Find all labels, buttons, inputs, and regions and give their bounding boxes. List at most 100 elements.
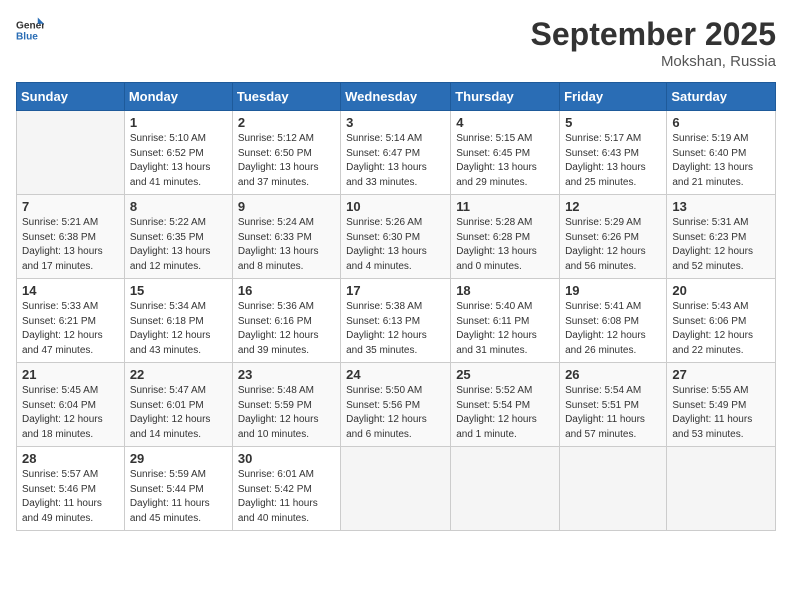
- calendar-week-row: 21 Sunrise: 5:45 AM Sunset: 6:04 PM Dayli…: [17, 363, 776, 447]
- day-detail: Sunrise: 5:17 AM Sunset: 6:43 PM Dayligh…: [565, 132, 661, 190]
- day-detail: Sunrise: 5:43 AM Sunset: 6:06 PM Dayligh…: [672, 300, 770, 358]
- calendar-cell: 11 Sunrise: 5:28 AM Sunset: 6:28 PM Dayli…: [451, 195, 560, 279]
- calendar-body: 1 Sunrise: 5:10 AM Sunset: 6:52 PM Daylig…: [17, 111, 776, 531]
- day-number: 16: [238, 283, 335, 298]
- day-number: 27: [672, 367, 770, 382]
- calendar-cell: 13Sunrise: 5:31 AM Sunset: 6:23 PM Dayli…: [667, 195, 776, 279]
- day-detail: Sunrise: 5:28 AM Sunset: 6:28 PM Dayligh…: [456, 216, 554, 274]
- calendar-cell: 2 Sunrise: 5:12 AM Sunset: 6:50 PM Daylig…: [232, 111, 340, 195]
- day-detail: Sunrise: 5:52 AM Sunset: 5:54 PM Dayligh…: [456, 384, 554, 442]
- day-detail: Sunrise: 5:55 AM Sunset: 5:49 PM Dayligh…: [672, 384, 770, 442]
- logo-icon: General Blue: [16, 16, 44, 44]
- day-detail: Sunrise: 5:47 AM Sunset: 6:01 PM Dayligh…: [130, 384, 227, 442]
- calendar-cell: 3 Sunrise: 5:14 AM Sunset: 6:47 PM Daylig…: [341, 111, 451, 195]
- day-number: 21: [22, 367, 119, 382]
- day-number: 1: [130, 115, 227, 130]
- calendar-cell: 20 Sunrise: 5:43 AM Sunset: 6:06 PM Dayli…: [667, 279, 776, 363]
- day-number: 17: [346, 283, 445, 298]
- day-detail: Sunrise: 5:50 AM Sunset: 5:56 PM Dayligh…: [346, 384, 445, 442]
- calendar-cell: 14 Sunrise: 5:33 AM Sunset: 6:21 PM Dayli…: [17, 279, 125, 363]
- day-detail: Sunrise: 5:33 AM Sunset: 6:21 PM Dayligh…: [22, 300, 119, 358]
- calendar-cell: 10 Sunrise: 5:26 AM Sunset: 6:30 PM Dayli…: [341, 195, 451, 279]
- calendar-cell: 8 Sunrise: 5:22 AM Sunset: 6:35 PM Daylig…: [124, 195, 232, 279]
- calendar-cell: 9 Sunrise: 5:24 AM Sunset: 6:33 PM Daylig…: [232, 195, 340, 279]
- calendar-header: SundayMondayTuesdayWednesdayThursdayFrid…: [17, 83, 776, 111]
- calendar-cell: [560, 447, 667, 531]
- day-detail: Sunrise: 5:26 AM Sunset: 6:30 PM Dayligh…: [346, 216, 445, 274]
- page-header: General Blue September 2025 Mokshan, Rus…: [16, 16, 776, 70]
- day-number: 20: [672, 283, 770, 298]
- day-detail: Sunrise: 5:10 AM Sunset: 6:52 PM Dayligh…: [130, 132, 227, 190]
- day-of-week-header: Friday: [560, 83, 667, 111]
- day-of-week-header: Thursday: [451, 83, 560, 111]
- day-detail: Sunrise: 5:29 AM Sunset: 6:26 PM Dayligh…: [565, 216, 661, 274]
- calendar-cell: 12 Sunrise: 5:29 AM Sunset: 6:26 PM Dayli…: [560, 195, 667, 279]
- day-number: 12: [565, 199, 661, 214]
- day-detail: Sunrise: 5:36 AM Sunset: 6:16 PM Dayligh…: [238, 300, 335, 358]
- day-number: 5: [565, 115, 661, 130]
- calendar-cell: 17 Sunrise: 5:38 AM Sunset: 6:13 PM Dayli…: [341, 279, 451, 363]
- calendar-week-row: 7 Sunrise: 5:21 AM Sunset: 6:38 PM Daylig…: [17, 195, 776, 279]
- day-detail: Sunrise: 5:48 AM Sunset: 5:59 PM Dayligh…: [238, 384, 335, 442]
- day-number: 6: [672, 115, 770, 130]
- logo: General Blue: [16, 16, 44, 44]
- day-of-week-header: Saturday: [667, 83, 776, 111]
- day-detail: Sunrise: 5:57 AM Sunset: 5:46 PM Dayligh…: [22, 468, 119, 526]
- day-number: 15: [130, 283, 227, 298]
- day-of-week-header: Monday: [124, 83, 232, 111]
- calendar-cell: [667, 447, 776, 531]
- location: Mokshan, Russia: [531, 53, 776, 70]
- day-number: 30: [238, 451, 335, 466]
- day-number: 22: [130, 367, 227, 382]
- calendar-cell: [341, 447, 451, 531]
- day-detail: Sunrise: 5:22 AM Sunset: 6:35 PM Dayligh…: [130, 216, 227, 274]
- day-number: 9: [238, 199, 335, 214]
- day-detail: Sunrise: 5:24 AM Sunset: 6:33 PM Dayligh…: [238, 216, 335, 274]
- calendar-cell: 21 Sunrise: 5:45 AM Sunset: 6:04 PM Dayli…: [17, 363, 125, 447]
- day-number: 10: [346, 199, 445, 214]
- calendar-cell: 5 Sunrise: 5:17 AM Sunset: 6:43 PM Daylig…: [560, 111, 667, 195]
- day-number: 18: [456, 283, 554, 298]
- day-number: 14: [22, 283, 119, 298]
- calendar-cell: [451, 447, 560, 531]
- day-number: 24: [346, 367, 445, 382]
- day-detail: Sunrise: 5:59 AM Sunset: 5:44 PM Dayligh…: [130, 468, 227, 526]
- header-row: SundayMondayTuesdayWednesdayThursdayFrid…: [17, 83, 776, 111]
- day-number: 4: [456, 115, 554, 130]
- day-number: 11: [456, 199, 554, 214]
- month-title: September 2025: [531, 16, 776, 53]
- day-detail: Sunrise: 5:41 AM Sunset: 6:08 PM Dayligh…: [565, 300, 661, 358]
- day-of-week-header: Sunday: [17, 83, 125, 111]
- calendar-cell: 1 Sunrise: 5:10 AM Sunset: 6:52 PM Daylig…: [124, 111, 232, 195]
- day-number: 2: [238, 115, 335, 130]
- day-detail: Sunrise: 5:21 AM Sunset: 6:38 PM Dayligh…: [22, 216, 119, 274]
- calendar-cell: 4 Sunrise: 5:15 AM Sunset: 6:45 PM Daylig…: [451, 111, 560, 195]
- calendar-cell: 26Sunrise: 5:54 AM Sunset: 5:51 PM Dayli…: [560, 363, 667, 447]
- calendar-cell: [17, 111, 125, 195]
- day-number: 7: [22, 199, 119, 214]
- calendar-cell: 7 Sunrise: 5:21 AM Sunset: 6:38 PM Daylig…: [17, 195, 125, 279]
- day-detail: Sunrise: 5:45 AM Sunset: 6:04 PM Dayligh…: [22, 384, 119, 442]
- calendar-cell: 18Sunrise: 5:40 AM Sunset: 6:11 PM Dayli…: [451, 279, 560, 363]
- svg-text:Blue: Blue: [16, 31, 38, 42]
- day-detail: Sunrise: 5:12 AM Sunset: 6:50 PM Dayligh…: [238, 132, 335, 190]
- calendar-cell: 24 Sunrise: 5:50 AM Sunset: 5:56 PM Dayli…: [341, 363, 451, 447]
- day-number: 13: [672, 199, 770, 214]
- day-of-week-header: Tuesday: [232, 83, 340, 111]
- day-number: 23: [238, 367, 335, 382]
- calendar-cell: 29Sunrise: 5:59 AM Sunset: 5:44 PM Dayli…: [124, 447, 232, 531]
- day-number: 8: [130, 199, 227, 214]
- day-detail: Sunrise: 5:38 AM Sunset: 6:13 PM Dayligh…: [346, 300, 445, 358]
- day-number: 25: [456, 367, 554, 382]
- calendar-cell: 30Sunrise: 6:01 AM Sunset: 5:42 PM Dayli…: [232, 447, 340, 531]
- day-number: 19: [565, 283, 661, 298]
- day-detail: Sunrise: 5:15 AM Sunset: 6:45 PM Dayligh…: [456, 132, 554, 190]
- calendar-week-row: 28 Sunrise: 5:57 AM Sunset: 5:46 PM Dayli…: [17, 447, 776, 531]
- calendar-cell: 19 Sunrise: 5:41 AM Sunset: 6:08 PM Dayli…: [560, 279, 667, 363]
- calendar-cell: 28 Sunrise: 5:57 AM Sunset: 5:46 PM Dayli…: [17, 447, 125, 531]
- day-number: 3: [346, 115, 445, 130]
- day-number: 28: [22, 451, 119, 466]
- day-detail: Sunrise: 5:14 AM Sunset: 6:47 PM Dayligh…: [346, 132, 445, 190]
- title-area: September 2025 Mokshan, Russia: [531, 16, 776, 70]
- calendar-cell: 22 Sunrise: 5:47 AM Sunset: 6:01 PM Dayli…: [124, 363, 232, 447]
